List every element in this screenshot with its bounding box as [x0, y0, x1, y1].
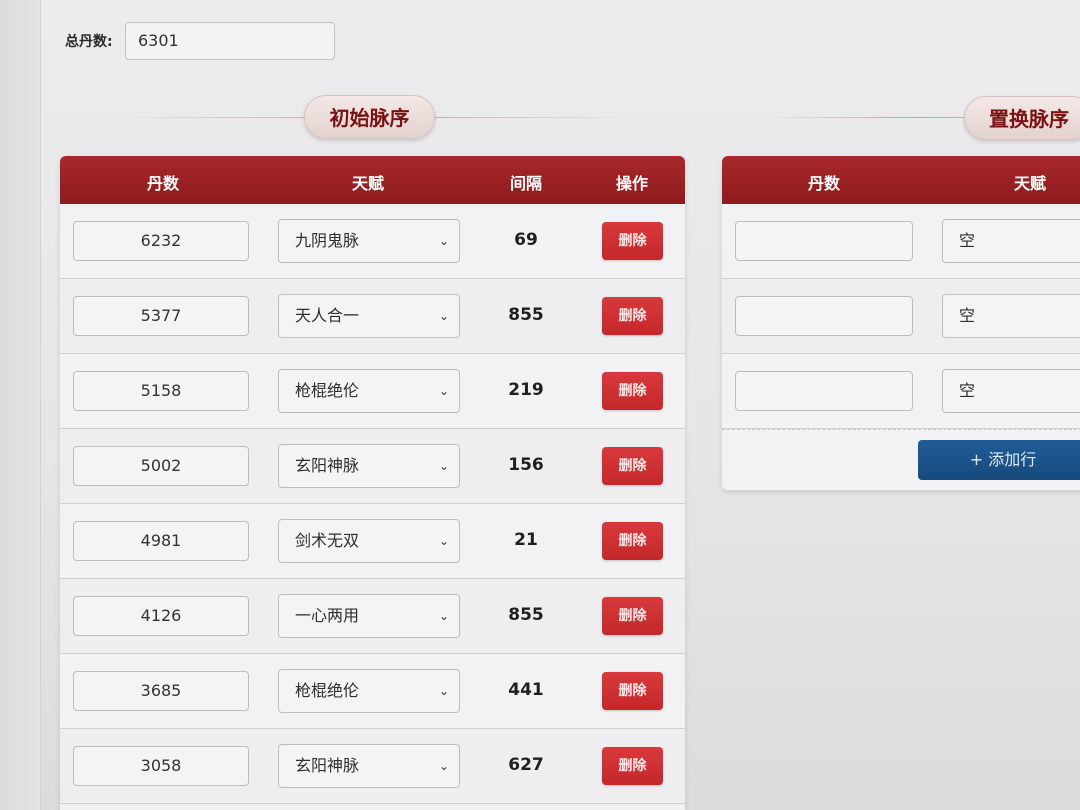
chevron-down-icon: ⌄ [438, 309, 449, 323]
talent-select-value: 空 [959, 381, 976, 400]
column-header-pills: 丹数 [807, 174, 841, 193]
pills-input[interactable]: 4981 [73, 521, 249, 561]
table-row: 5158 枪棍绝伦 ⌄ 219 删除 [60, 354, 685, 429]
talent-select[interactable]: 枪棍绝伦 ⌄ [278, 669, 460, 713]
column-header-action: 操作 [615, 174, 649, 193]
initial-sequence-table: 丹数 天赋 间隔 操作 6232 九阴鬼脉 ⌄ 69 删除 5377 天人合一 ⌄ 855 删除 5… [60, 156, 685, 810]
talent-select-value: 玄阳神脉 [295, 456, 360, 475]
table-row: 3058 玄阳神脉 ⌄ 627 删除 [60, 729, 685, 804]
pills-input[interactable]: 5158 [73, 371, 249, 411]
talent-select-value: 枪棍绝伦 [295, 681, 360, 700]
add-row-button[interactable]: + 添加行 [918, 440, 1080, 480]
interval-value: 855 [508, 305, 544, 325]
replace-table-body: 空空空 [722, 204, 1080, 429]
replace-table-header: 丹数 天赋 [722, 156, 1080, 204]
initial-table-header: 丹数 天赋 间隔 操作 [60, 156, 685, 204]
talent-select-value: 剑术无双 [295, 531, 360, 550]
chevron-down-icon: ⌄ [438, 384, 449, 398]
column-header-talent: 天赋 [1013, 174, 1047, 193]
interval-value: 627 [508, 755, 544, 775]
talent-select-value: 玄阳神脉 [295, 756, 360, 775]
talent-select-value: 九阴鬼脉 [295, 231, 360, 250]
chevron-down-icon: ⌄ [438, 234, 449, 248]
pills-input[interactable]: 5377 [73, 296, 249, 336]
talent-select[interactable]: 空 [942, 369, 1080, 413]
delete-button[interactable]: 删除 [602, 447, 663, 485]
delete-button[interactable]: 删除 [602, 672, 663, 710]
interval-value: 69 [514, 230, 538, 250]
talent-select[interactable]: 空 [942, 294, 1080, 338]
pills-input[interactable]: 4126 [73, 596, 249, 636]
chevron-down-icon: ⌄ [438, 534, 449, 548]
delete-button[interactable]: 删除 [602, 297, 663, 335]
table-row: 4126 一心两用 ⌄ 855 删除 [60, 579, 685, 654]
delete-button[interactable]: 删除 [602, 522, 663, 560]
talent-select[interactable]: 九阴鬼脉 ⌄ [278, 219, 460, 263]
replace-sequence-table: 丹数 天赋 空空空 + 添加行 [722, 156, 1080, 490]
pills-input[interactable]: 3058 [73, 746, 249, 786]
total-pills-input[interactable]: 6301 [125, 22, 335, 60]
delete-button[interactable]: 删除 [602, 747, 663, 785]
table-row: 空 [722, 354, 1080, 429]
add-row-area: + 添加行 [722, 429, 1080, 490]
initial-table-body: 6232 九阴鬼脉 ⌄ 69 删除 5377 天人合一 ⌄ 855 删除 5158 枪棍绝伦 ⌄ 219 删… [60, 204, 685, 804]
talent-select[interactable]: 天人合一 ⌄ [278, 294, 460, 338]
talent-select[interactable]: 空 [942, 219, 1080, 263]
table-row: 空 [722, 204, 1080, 279]
chevron-down-icon: ⌄ [438, 759, 449, 773]
table-row: 空 [722, 279, 1080, 354]
interval-value: 855 [508, 605, 544, 625]
page: 总丹数: 6301 初始脉序 置换脉序 丹数 天赋 间隔 操作 6232 九阴鬼脉… [0, 0, 1080, 810]
chevron-down-icon: ⌄ [438, 684, 449, 698]
table-row: 5002 玄阳神脉 ⌄ 156 删除 [60, 429, 685, 504]
talent-select-value: 枪棍绝伦 [295, 381, 360, 400]
interval-value: 21 [514, 530, 538, 550]
talent-select-value: 天人合一 [295, 306, 360, 325]
talent-select[interactable]: 玄阳神脉 ⌄ [278, 444, 460, 488]
talent-select[interactable]: 一心两用 ⌄ [278, 594, 460, 638]
chevron-down-icon: ⌄ [438, 459, 449, 473]
delete-button[interactable]: 删除 [602, 222, 663, 260]
pills-input[interactable]: 3685 [73, 671, 249, 711]
interval-value: 219 [508, 380, 544, 400]
table-row: 4981 剑术无双 ⌄ 21 删除 [60, 504, 685, 579]
pills-input[interactable] [735, 221, 913, 261]
page-left-edge [0, 0, 41, 810]
delete-button[interactable]: 删除 [602, 372, 663, 410]
delete-button[interactable]: 删除 [602, 597, 663, 635]
table-row: 3685 枪棍绝伦 ⌄ 441 删除 [60, 654, 685, 729]
pills-input[interactable]: 5002 [73, 446, 249, 486]
talent-select[interactable]: 玄阳神脉 ⌄ [278, 744, 460, 788]
interval-value: 441 [508, 680, 544, 700]
talent-select[interactable]: 枪棍绝伦 ⌄ [278, 369, 460, 413]
initial-section-title: 初始脉序 [304, 95, 435, 139]
pills-input[interactable] [735, 296, 913, 336]
column-header-interval: 间隔 [509, 174, 543, 193]
interval-value: 156 [508, 455, 544, 475]
pills-input[interactable] [735, 371, 913, 411]
column-header-pills: 丹数 [146, 174, 180, 193]
table-row: 6232 九阴鬼脉 ⌄ 69 删除 [60, 204, 685, 279]
talent-select-value: 空 [959, 306, 976, 325]
talent-select[interactable]: 剑术无双 ⌄ [278, 519, 460, 563]
replace-section-title: 置换脉序 [964, 96, 1080, 140]
talent-select-value: 一心两用 [295, 606, 360, 625]
total-label: 总丹数: [65, 34, 113, 50]
chevron-down-icon: ⌄ [438, 609, 449, 623]
column-header-talent: 天赋 [351, 174, 385, 193]
talent-select-value: 空 [959, 231, 976, 250]
table-row: 5377 天人合一 ⌄ 855 删除 [60, 279, 685, 354]
pills-input[interactable]: 6232 [73, 221, 249, 261]
